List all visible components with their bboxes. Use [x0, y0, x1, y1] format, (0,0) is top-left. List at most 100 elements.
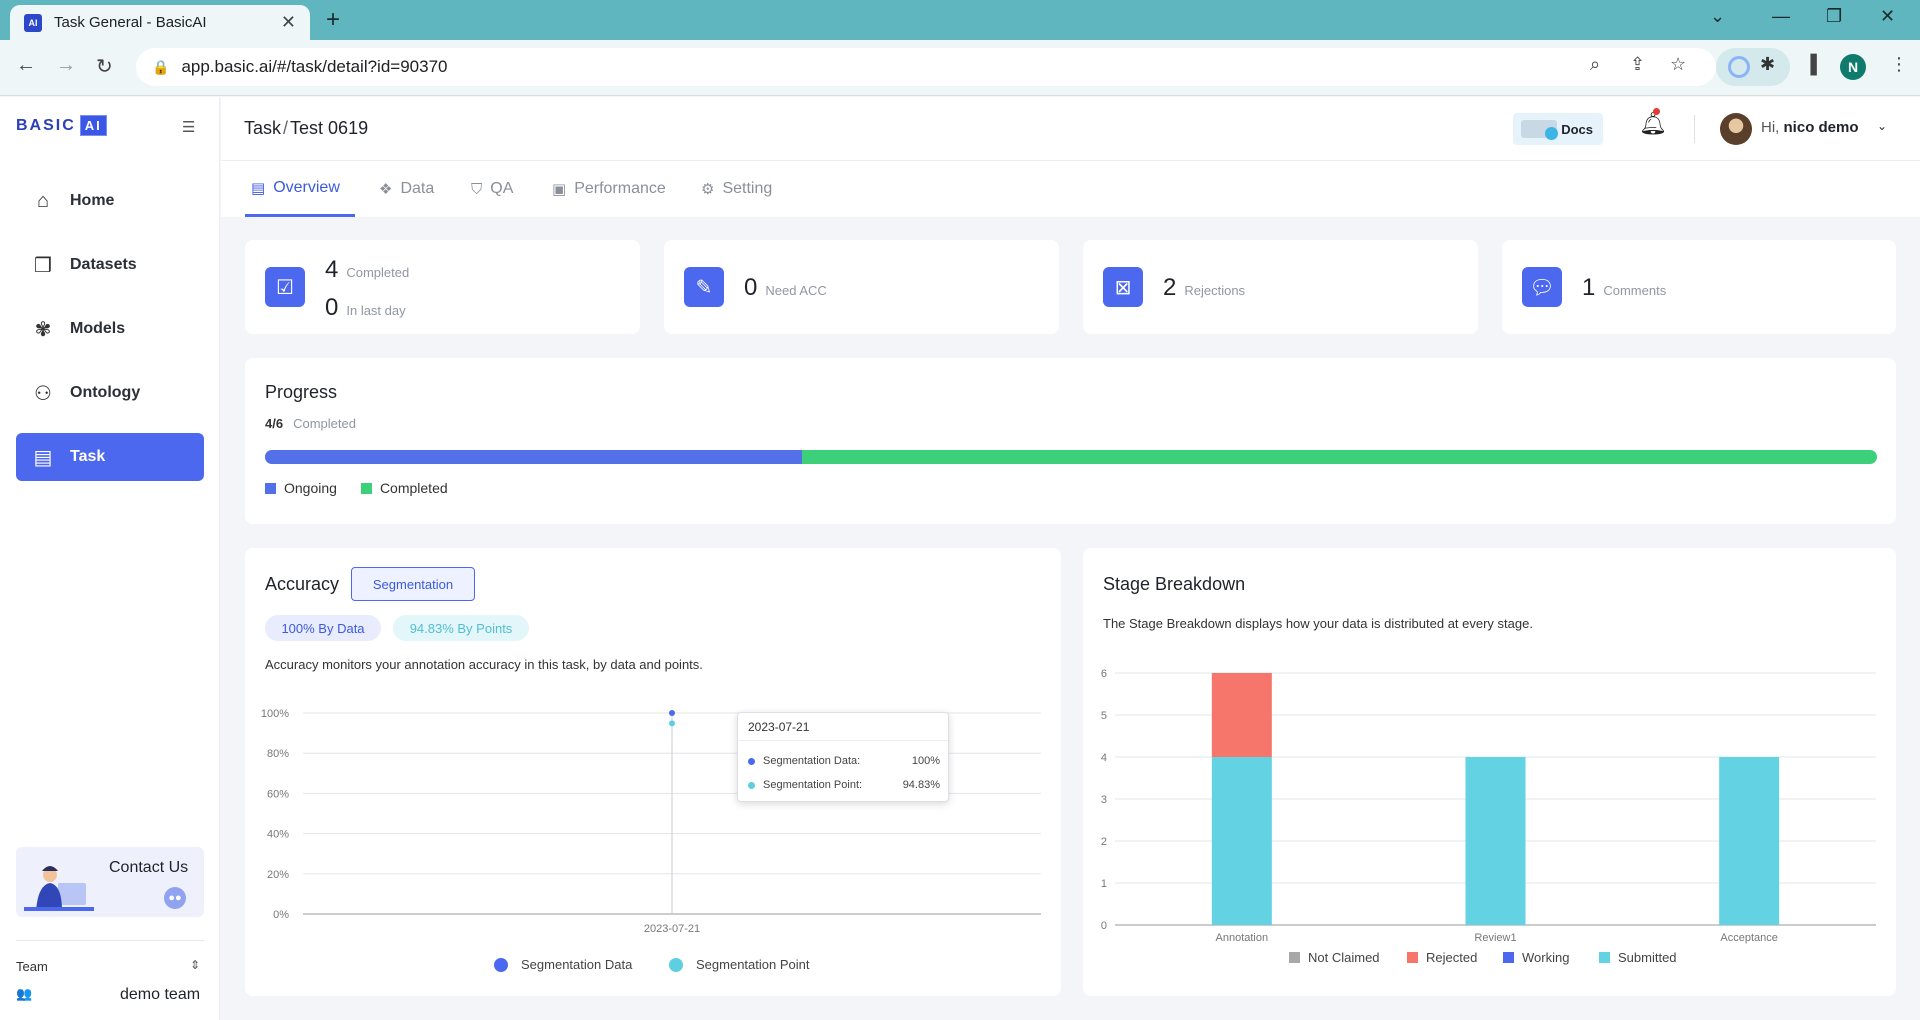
- collapse-sidebar-icon[interactable]: ☰: [182, 118, 195, 136]
- progress-count-label: Completed: [293, 416, 356, 431]
- bar-submitted: [1719, 757, 1780, 925]
- reject-document-icon: ⊠: [1103, 267, 1143, 307]
- tab-label: Setting: [722, 180, 773, 197]
- tab-search-chevron-icon[interactable]: ⌄: [1710, 6, 1725, 27]
- team-name[interactable]: demo team: [120, 986, 200, 1004]
- comments-row: 1 Comments: [1582, 274, 1666, 302]
- sidebar-item-home[interactable]: ⌂ Home: [16, 177, 204, 225]
- side-panel-icon[interactable]: ▐: [1804, 54, 1817, 75]
- y-tick-label: 20%: [267, 869, 289, 881]
- data-icon: ❖: [379, 181, 393, 198]
- team-label: Team: [16, 959, 48, 974]
- browser-tab-strip: AI Task General - BasicAI ✕ + ⌄ — ❐ ✕: [0, 0, 1920, 40]
- last-day-count: 0: [325, 294, 339, 321]
- back-arrow-icon[interactable]: ←: [16, 54, 36, 77]
- zoom-icon[interactable]: ⌕: [1590, 54, 1600, 75]
- sidebar-item-task[interactable]: ▤ Task: [16, 433, 204, 481]
- bar-rejected: [1211, 673, 1272, 757]
- ongoing-swatch: [265, 482, 276, 494]
- progress-bar: [265, 450, 1877, 464]
- notification-bell-icon[interactable]: 🔔︎: [1639, 111, 1667, 137]
- x-tick-label: 2023-07-21: [644, 923, 700, 935]
- divider: [1694, 115, 1695, 143]
- contact-us-card[interactable]: Contact Us ●●: [16, 847, 204, 917]
- browser-tab[interactable]: AI Task General - BasicAI ✕: [10, 5, 310, 40]
- completed-stat-card: ☑ 4 Completed 0 In last day: [245, 240, 640, 334]
- tab-setting[interactable]: ⚙ Setting: [701, 161, 772, 217]
- breadcrumb-task-link[interactable]: Task: [244, 118, 281, 138]
- data-point-1: [669, 720, 675, 727]
- sidebar-item-label: Models: [70, 320, 126, 337]
- legend-label: Segmentation Point: [696, 957, 810, 972]
- edit-document-icon: ✎: [684, 267, 724, 307]
- need-acc-label: Need ACC: [765, 283, 827, 298]
- legend-label: Ongoing: [284, 480, 337, 496]
- forward-arrow-icon[interactable]: →: [56, 54, 76, 77]
- bookmark-star-icon[interactable]: ☆: [1670, 54, 1686, 75]
- extensions-group: ✱: [1716, 48, 1790, 86]
- tab-qa[interactable]: ⛉ QA: [471, 161, 513, 217]
- legend-marker: [669, 958, 683, 972]
- team-switch-icon[interactable]: ⇕: [190, 958, 200, 972]
- reload-icon[interactable]: ↻: [96, 54, 113, 79]
- legend-label: Working: [1522, 950, 1569, 965]
- legend-swatch: [1407, 952, 1418, 963]
- legend-label: Completed: [379, 480, 448, 496]
- tab-label: Performance: [574, 180, 666, 197]
- comments-stat-card: 💬︎ 1 Comments: [1502, 240, 1896, 334]
- tooltip-date: 2023-07-21: [738, 713, 948, 741]
- last-day-label: In last day: [346, 303, 406, 318]
- tooltip-row-value: 94.83%: [902, 779, 940, 791]
- tooltip-row-point: Segmentation Point: 94.83%: [748, 779, 940, 791]
- rejections-stat-card: ⊠ 2 Rejections: [1083, 240, 1478, 334]
- sidebar-item-models[interactable]: ✾ Models: [16, 305, 204, 353]
- sidebar-item-label: Datasets: [70, 256, 137, 273]
- address-bar[interactable]: 🔒 app.basic.ai/#/task/detail?id=90370: [136, 48, 1716, 86]
- y-tick-label: 2: [1101, 836, 1107, 848]
- completed-swatch: [360, 482, 372, 494]
- minimize-icon[interactable]: —: [1772, 6, 1790, 27]
- tab-data[interactable]: ❖ Data: [379, 161, 434, 217]
- x-tick-label: Annotation: [1216, 932, 1269, 944]
- user-greeting[interactable]: Hi, nico demo: [1761, 119, 1859, 136]
- share-icon[interactable]: ⇪: [1630, 54, 1645, 75]
- tooltip-row-name: Segmentation Data:: [763, 755, 861, 767]
- user-menu-chevron-down-icon[interactable]: ⌄: [1877, 119, 1887, 133]
- chat-bubble-icon[interactable]: ●●: [164, 887, 186, 909]
- legend-ongoing[interactable]: Ongoing: [265, 480, 337, 496]
- tab-label: Data: [400, 180, 435, 197]
- comments-label: Comments: [1603, 283, 1667, 298]
- tab-overview[interactable]: ▤ Overview: [245, 161, 355, 217]
- contact-us-label: Contact Us: [109, 859, 189, 876]
- x-tick-label: Review1: [1474, 932, 1516, 944]
- restore-icon[interactable]: ❐: [1826, 6, 1842, 27]
- tooltip-data-dot: [748, 757, 755, 765]
- tab-performance[interactable]: ▣ Performance: [552, 161, 666, 217]
- accuracy-tooltip: 2023-07-21 Segmentation Data: 100% Segme…: [737, 712, 949, 802]
- window-close-icon[interactable]: ✕: [1880, 6, 1895, 27]
- close-tab-icon[interactable]: ✕: [281, 12, 296, 33]
- new-tab-icon[interactable]: +: [326, 6, 340, 34]
- profile-avatar[interactable]: N: [1840, 54, 1866, 80]
- browser-menu-icon[interactable]: ⋮: [1890, 54, 1908, 75]
- url-text: app.basic.ai/#/task/detail?id=90370: [181, 57, 448, 76]
- browser-tab-title: Task General - BasicAI: [54, 14, 207, 31]
- user-avatar[interactable]: [1720, 113, 1752, 145]
- sidebar-item-label: Ontology: [70, 384, 141, 401]
- docs-button[interactable]: Docs: [1513, 113, 1603, 145]
- top-header: Task / Test 0619 Docs 🔔︎ Hi, nico demo ⌄: [221, 97, 1920, 161]
- comments-count: 1: [1582, 274, 1596, 301]
- basicai-logo[interactable]: BASIC AI: [16, 115, 107, 136]
- comment-icon: 💬︎: [1522, 267, 1562, 307]
- notification-dot: [1653, 108, 1660, 115]
- ontology-icon: ⚇: [34, 382, 52, 405]
- need-acc-row: 0 Need ACC: [744, 274, 827, 302]
- data-point-0: [669, 710, 675, 716]
- extension-circle-icon[interactable]: [1728, 56, 1750, 78]
- sidebar-item-ontology[interactable]: ⚇ Ontology: [16, 369, 204, 417]
- legend-completed[interactable]: Completed: [360, 480, 448, 496]
- logo-ai-badge: AI: [79, 115, 107, 136]
- puzzle-extensions-icon[interactable]: ✱: [1760, 54, 1775, 75]
- gear-icon: ⚙: [701, 181, 715, 198]
- sidebar-item-datasets[interactable]: ❒ Datasets: [16, 241, 204, 289]
